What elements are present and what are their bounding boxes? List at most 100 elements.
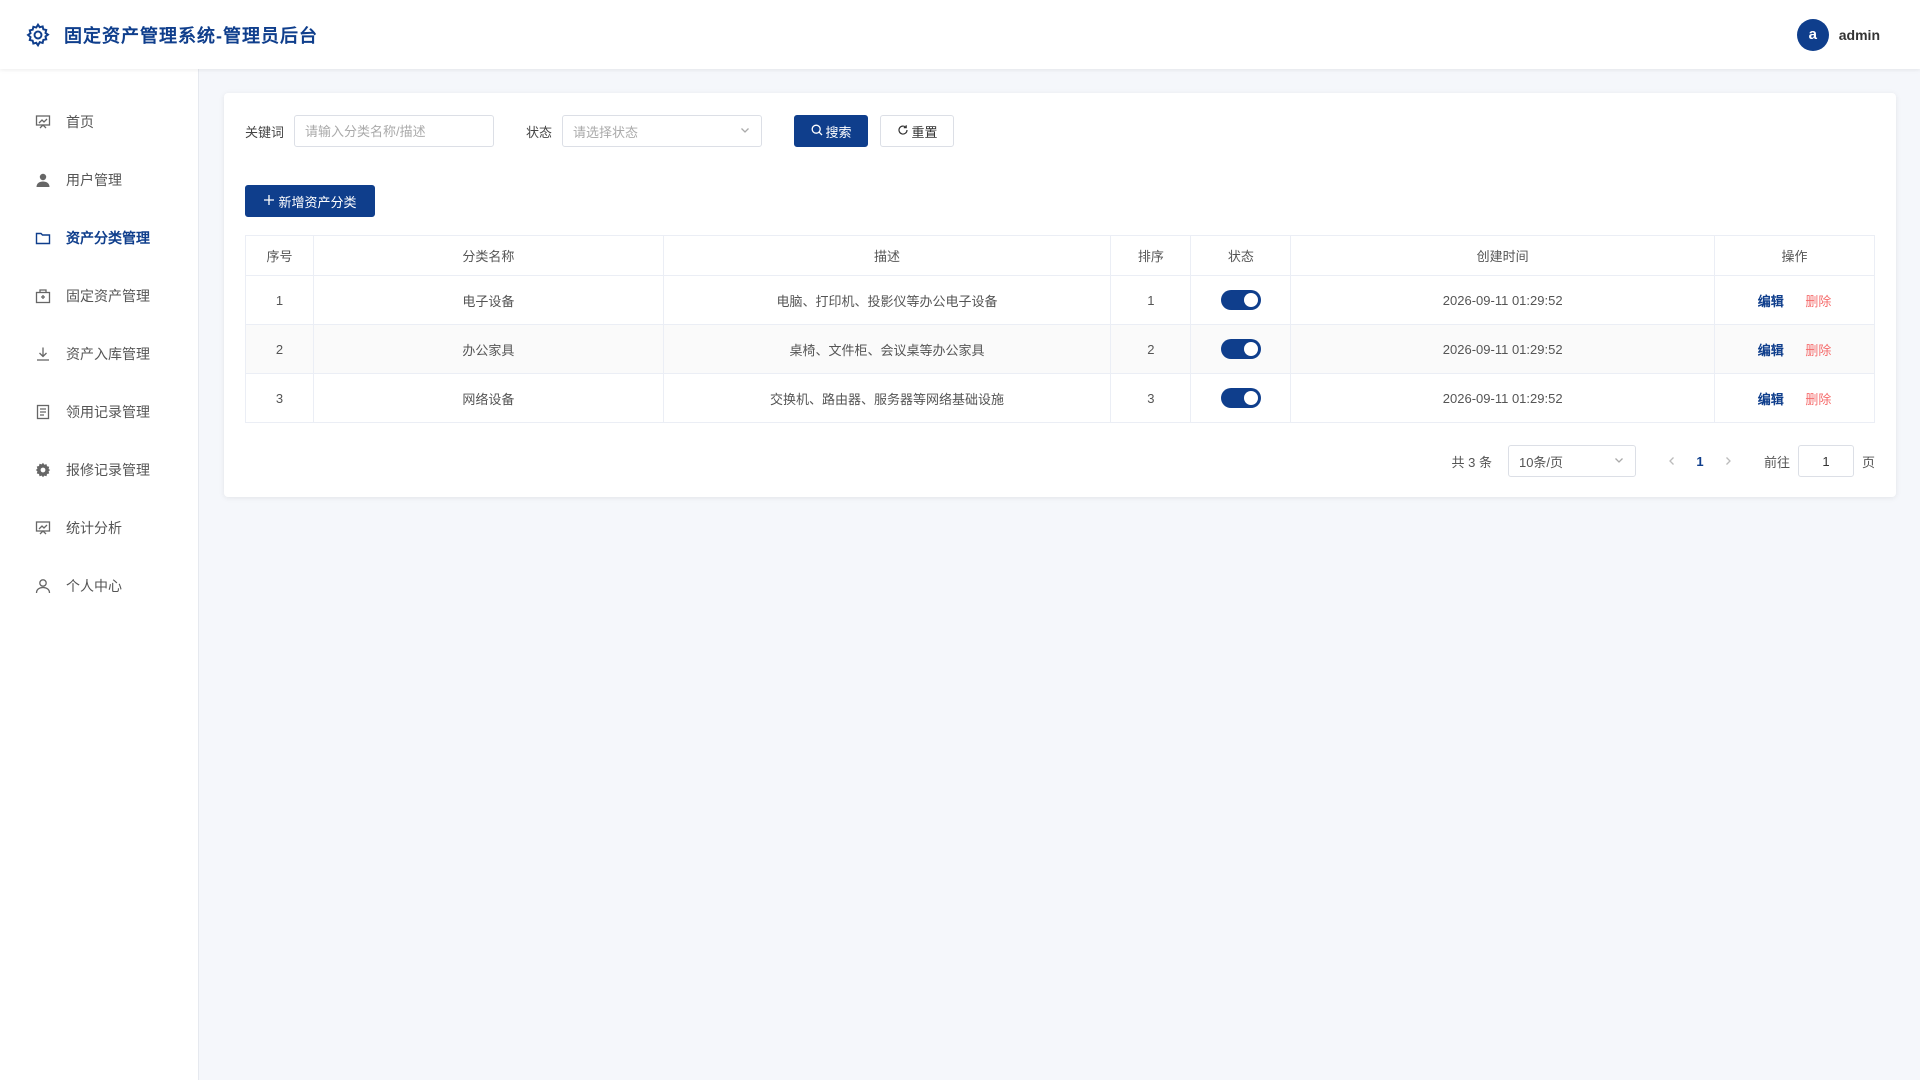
column-header: 序号 <box>245 235 314 276</box>
plus-icon <box>263 194 275 209</box>
cell-description: 桌椅、文件柜、会议桌等办公家具 <box>662 324 1112 374</box>
cell-index: 1 <box>245 275 314 325</box>
brand: 固定资产管理系统-管理员后台 <box>24 21 318 49</box>
status-toggle[interactable] <box>1220 388 1261 408</box>
cell-status <box>1190 275 1292 325</box>
avatar[interactable]: a <box>1796 18 1829 51</box>
delete-link[interactable]: 删除 <box>1805 291 1831 310</box>
toggle-knob <box>1243 391 1258 405</box>
sidebar-item-label: 个人中心 <box>66 578 122 594</box>
column-header: 描述 <box>662 235 1112 276</box>
sidebar-item-label: 用户管理 <box>66 172 122 188</box>
toggle-knob <box>1243 342 1258 356</box>
user-icon <box>34 171 52 189</box>
sidebar-item-usage-records[interactable]: 领用记录管理 <box>0 383 198 441</box>
download-icon <box>34 345 52 363</box>
cell-name: 网络设备 <box>312 373 664 423</box>
pagination: 共 3 条 10条/页 1 前往 页 <box>245 445 1875 477</box>
sidebar-menu: 首页 用户管理 资产分类管理 固定资产管理 资产入库管理 领用记录管理 报修记录… <box>0 69 198 615</box>
cell-created: 2026-09-11 01:29:52 <box>1290 324 1716 374</box>
search-button[interactable]: 搜索 <box>794 115 869 147</box>
cell-actions: 编辑 删除 <box>1714 275 1875 325</box>
chevron-down-icon <box>739 124 751 139</box>
table-header-row: 序号 分类名称 描述 排序 状态 创建时间 操作 <box>245 235 1875 276</box>
username[interactable]: admin <box>1839 27 1880 43</box>
sidebar-item-profile[interactable]: 个人中心 <box>0 557 198 615</box>
edit-link[interactable]: 编辑 <box>1758 291 1784 310</box>
sidebar-item-label: 领用记录管理 <box>66 404 150 420</box>
filter-bar: 关键词 状态 请选择状态 搜索 重置 <box>245 115 1875 147</box>
sidebar-item-label: 固定资产管理 <box>66 288 150 304</box>
cell-created: 2026-09-11 01:29:52 <box>1290 275 1716 325</box>
status-select[interactable]: 请选择状态 <box>562 115 763 147</box>
sidebar-item-repair-records[interactable]: 报修记录管理 <box>0 441 198 499</box>
chevron-down-icon <box>1613 454 1625 469</box>
cell-index: 3 <box>245 373 314 423</box>
column-header: 状态 <box>1190 235 1292 276</box>
cell-status <box>1190 373 1292 423</box>
sidebar-item-users[interactable]: 用户管理 <box>0 151 198 209</box>
content-card: 关键词 状态 请选择状态 搜索 重置 新增资产分类 <box>224 93 1896 497</box>
cell-sort: 3 <box>1110 373 1192 423</box>
folder-icon <box>34 229 52 247</box>
column-header: 分类名称 <box>312 235 664 276</box>
sidebar: 首页 用户管理 资产分类管理 固定资产管理 资产入库管理 领用记录管理 报修记录… <box>0 69 199 1080</box>
next-page-button[interactable] <box>1716 454 1740 469</box>
search-button-label: 搜索 <box>825 124 852 140</box>
toggle-knob <box>1243 293 1258 307</box>
page-unit-label: 页 <box>1861 454 1875 470</box>
cell-description: 交换机、路由器、服务器等网络基础设施 <box>662 373 1112 423</box>
cell-actions: 编辑 删除 <box>1714 324 1875 374</box>
cell-status <box>1190 324 1292 374</box>
gear-icon <box>24 21 52 49</box>
delete-link[interactable]: 删除 <box>1805 389 1831 408</box>
document-icon <box>34 403 52 421</box>
total-count: 共 3 条 <box>1451 454 1492 470</box>
sidebar-item-statistics[interactable]: 统计分析 <box>0 499 198 557</box>
column-header: 排序 <box>1110 235 1192 276</box>
sidebar-item-label: 首页 <box>66 114 94 130</box>
sidebar-item-asset-inbound[interactable]: 资产入库管理 <box>0 325 198 383</box>
category-table: 序号 分类名称 描述 排序 状态 创建时间 操作 1 电子设备 电脑、打印机、投… <box>245 235 1875 423</box>
keyword-input[interactable] <box>294 115 495 147</box>
goto-page-input[interactable] <box>1797 445 1854 477</box>
refresh-icon <box>897 124 909 139</box>
cell-description: 电脑、打印机、投影仪等办公电子设备 <box>662 275 1112 325</box>
chart-board-icon <box>34 113 52 131</box>
delete-link[interactable]: 删除 <box>1805 340 1831 359</box>
sidebar-item-label: 报修记录管理 <box>66 462 150 478</box>
edit-link[interactable]: 编辑 <box>1758 340 1784 359</box>
column-header: 操作 <box>1714 235 1875 276</box>
cell-actions: 编辑 删除 <box>1714 373 1875 423</box>
prev-page-button[interactable] <box>1660 454 1684 469</box>
table-row: 1 电子设备 电脑、打印机、投影仪等办公电子设备 1 2026-09-11 01… <box>245 275 1875 325</box>
page-number-current[interactable]: 1 <box>1684 454 1716 469</box>
table-row: 2 办公家具 桌椅、文件柜、会议桌等办公家具 2 2026-09-11 01:2… <box>245 324 1875 374</box>
status-select-placeholder: 请选择状态 <box>573 124 639 140</box>
sidebar-item-label: 统计分析 <box>66 520 122 536</box>
user-outline-icon <box>34 577 52 595</box>
page-size-select[interactable]: 10条/页 <box>1507 445 1636 477</box>
sidebar-item-fixed-assets[interactable]: 固定资产管理 <box>0 267 198 325</box>
edit-link[interactable]: 编辑 <box>1758 389 1784 408</box>
chart-board-icon <box>34 519 52 537</box>
cell-name: 办公家具 <box>312 324 664 374</box>
sidebar-item-label: 资产入库管理 <box>66 346 150 362</box>
user-menu[interactable]: a admin <box>1796 18 1880 51</box>
status-toggle[interactable] <box>1220 339 1261 359</box>
cell-name: 电子设备 <box>312 275 664 325</box>
sidebar-item-home[interactable]: 首页 <box>0 93 198 151</box>
reset-button[interactable]: 重置 <box>880 115 955 147</box>
status-label: 状态 <box>526 124 553 140</box>
add-category-button[interactable]: 新增资产分类 <box>245 185 375 217</box>
gear-icon <box>34 461 52 479</box>
sidebar-item-asset-category[interactable]: 资产分类管理 <box>0 209 198 267</box>
table-row: 3 网络设备 交换机、路由器、服务器等网络基础设施 3 2026-09-11 0… <box>245 373 1875 423</box>
goto-label: 前往 <box>1763 454 1790 470</box>
status-toggle[interactable] <box>1220 290 1261 310</box>
keyword-label: 关键词 <box>245 124 285 140</box>
top-header: 固定资产管理系统-管理员后台 a admin <box>0 0 1920 69</box>
cell-index: 2 <box>245 324 314 374</box>
reset-button-label: 重置 <box>911 124 938 140</box>
cell-sort: 1 <box>1110 275 1192 325</box>
